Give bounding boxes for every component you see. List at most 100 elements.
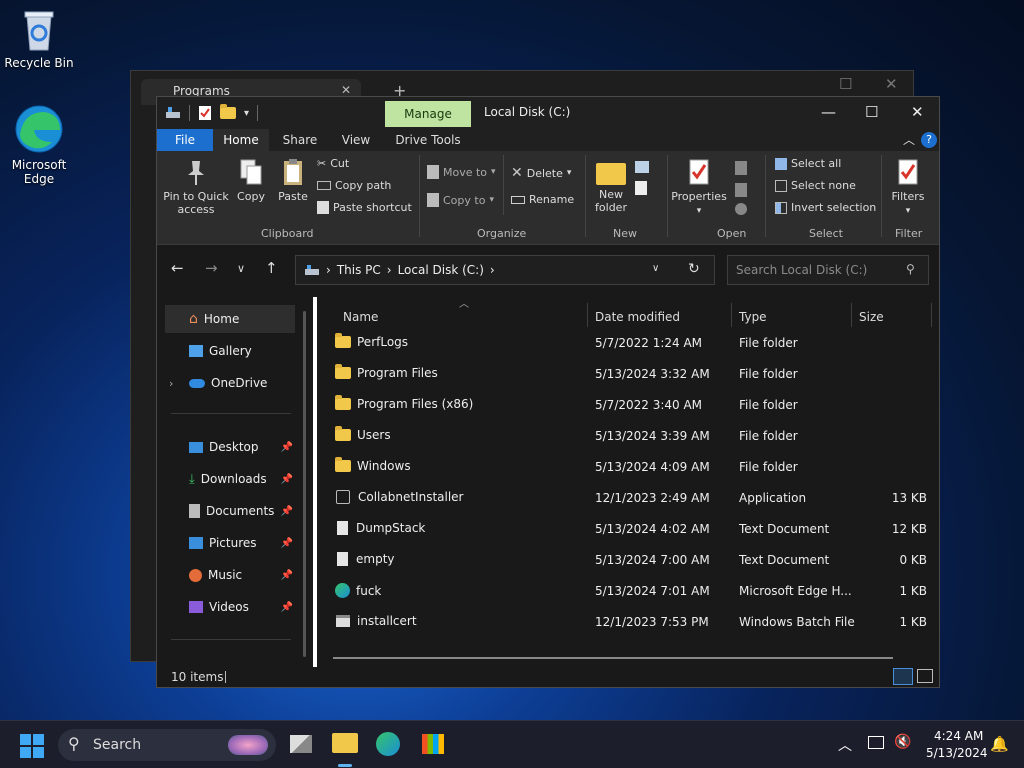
- horizontal-scrollbar[interactable]: [333, 657, 893, 659]
- rename-button[interactable]: Rename: [511, 193, 574, 206]
- up-arrow-icon[interactable]: ↑: [265, 259, 278, 277]
- pin-icon[interactable]: 📌: [281, 506, 293, 517]
- close-icon[interactable]: ✕: [911, 103, 924, 121]
- clock-time[interactable]: 4:24 AM: [934, 729, 983, 743]
- filters-button[interactable]: Filters ▾: [887, 157, 929, 218]
- task-view-icon[interactable]: [290, 735, 312, 753]
- table-row[interactable]: Program Files 5/13/2024 3:32 AM File fol…: [331, 358, 927, 389]
- close-icon[interactable]: ✕: [341, 83, 351, 97]
- breadcrumb-this-pc[interactable]: This PC: [337, 263, 381, 277]
- close-icon[interactable]: ✕: [885, 75, 898, 93]
- desktop-recycle-bin[interactable]: Recycle Bin: [2, 8, 76, 70]
- maximize-icon[interactable]: ☐: [839, 75, 852, 93]
- expand-chevron-icon[interactable]: ›: [169, 377, 173, 390]
- table-row[interactable]: Windows 5/13/2024 4:09 AM File folder: [331, 451, 927, 482]
- pin-icon[interactable]: 📌: [281, 602, 293, 613]
- refresh-icon[interactable]: ↻: [688, 261, 700, 277]
- history-icon[interactable]: [735, 203, 747, 215]
- properties-icon[interactable]: [198, 105, 212, 121]
- desktop-edge[interactable]: Microsoft Edge: [2, 104, 76, 186]
- recent-locations-icon[interactable]: ∨: [237, 262, 245, 275]
- tab-file[interactable]: File: [157, 129, 213, 151]
- maximize-icon[interactable]: ☐: [865, 103, 878, 121]
- explorer-window[interactable]: ▾ Manage Local Disk (C:) — ☐ ✕ File Home…: [156, 96, 940, 688]
- pin-icon[interactable]: 📌: [281, 538, 293, 549]
- breadcrumb-local-disk[interactable]: Local Disk (C:): [398, 263, 484, 277]
- select-all-button[interactable]: Select all: [775, 157, 841, 170]
- address-bar[interactable]: › This PC › Local Disk (C:) › ∨ ↻: [295, 255, 715, 285]
- new-folder-icon[interactable]: [220, 104, 236, 119]
- tab-drive-tools[interactable]: Drive Tools: [389, 129, 467, 151]
- tab-manage[interactable]: Manage: [385, 101, 471, 127]
- nav-item-videos[interactable]: Videos 📌: [165, 593, 295, 621]
- invert-selection-button[interactable]: Invert selection: [775, 201, 876, 214]
- nav-item-gallery[interactable]: Gallery: [165, 337, 295, 365]
- network-icon[interactable]: [868, 736, 884, 749]
- paste-button[interactable]: Paste: [275, 157, 311, 203]
- copy-path-button[interactable]: Copy path: [317, 179, 391, 192]
- tab-view[interactable]: View: [331, 129, 381, 151]
- nav-item-pictures[interactable]: Pictures 📌: [165, 529, 295, 557]
- select-none-button[interactable]: Select none: [775, 179, 856, 192]
- nav-item-onedrive[interactable]: › OneDrive: [165, 369, 295, 397]
- address-dropdown-icon[interactable]: ∨: [652, 263, 659, 274]
- delete-button[interactable]: ✕ Delete ▾: [511, 165, 571, 181]
- table-row[interactable]: PerfLogs 5/7/2022 1:24 AM File folder: [331, 327, 927, 358]
- new-folder-button[interactable]: New folder: [591, 157, 631, 214]
- pin-icon[interactable]: 📌: [281, 570, 293, 581]
- properties-button[interactable]: Properties ▾: [671, 157, 727, 218]
- tab-home[interactable]: Home: [213, 129, 269, 151]
- back-arrow-icon[interactable]: ←: [171, 259, 184, 277]
- show-hidden-icons-chevron-icon[interactable]: ︿: [838, 735, 852, 755]
- file-explorer-taskbar-icon[interactable]: [332, 733, 358, 753]
- column-separator[interactable]: [851, 303, 852, 327]
- volume-muted-icon[interactable]: 🔇: [894, 734, 911, 750]
- nav-item-music[interactable]: Music 📌: [165, 561, 295, 589]
- search-input[interactable]: Search Local Disk (C:): [736, 263, 867, 277]
- new-item-icon[interactable]: [635, 161, 649, 173]
- search-box[interactable]: Search Local Disk (C:) ⚲: [727, 255, 929, 285]
- nav-item-desktop[interactable]: Desktop 📌: [165, 433, 295, 461]
- column-separator[interactable]: [731, 303, 732, 327]
- column-separator[interactable]: [587, 303, 588, 327]
- table-row[interactable]: fuck 5/13/2024 7:01 AM Microsoft Edge H.…: [331, 575, 927, 606]
- cut-button[interactable]: ✂ Cut: [317, 157, 349, 170]
- collapse-ribbon-icon[interactable]: ︿: [903, 131, 915, 148]
- easy-access-icon[interactable]: [635, 181, 647, 195]
- edit-icon[interactable]: [735, 183, 747, 197]
- paste-shortcut-button[interactable]: Paste shortcut: [317, 201, 412, 214]
- edge-taskbar-icon[interactable]: [376, 732, 400, 756]
- table-row[interactable]: installcert 12/1/2023 7:53 PM Windows Ba…: [331, 606, 927, 637]
- store-taskbar-icon[interactable]: [422, 734, 444, 754]
- large-icons-view-icon[interactable]: [917, 669, 933, 683]
- clock-date[interactable]: 5/13/2024: [926, 746, 988, 760]
- minimize-icon[interactable]: —: [821, 103, 836, 121]
- pin-icon[interactable]: 📌: [281, 442, 293, 453]
- help-icon[interactable]: ?: [921, 132, 937, 148]
- table-row[interactable]: CollabnetInstaller 12/1/2023 2:49 AM App…: [331, 482, 927, 513]
- pin-icon[interactable]: 📌: [281, 474, 293, 485]
- nav-item-downloads[interactable]: ⤓ Downloads 📌: [165, 465, 295, 493]
- move-to-button[interactable]: Move to ▾: [427, 165, 496, 179]
- customize-dropdown-icon[interactable]: ▾: [244, 108, 249, 119]
- forward-arrow-icon[interactable]: →: [205, 259, 218, 277]
- notification-icon[interactable]: 🔔: [990, 735, 1009, 753]
- taskbar-search[interactable]: ⚲ Search: [58, 729, 276, 761]
- tab-share[interactable]: Share: [275, 129, 325, 151]
- table-row[interactable]: DumpStack 5/13/2024 4:02 AM Text Documen…: [331, 513, 927, 544]
- table-row[interactable]: Program Files (x86) 5/7/2022 3:40 AM Fil…: [331, 389, 927, 420]
- nav-item-home[interactable]: ⌂ Home: [165, 305, 295, 333]
- open-icon[interactable]: [735, 161, 747, 175]
- details-view-icon[interactable]: [893, 668, 913, 685]
- windows-start-icon[interactable]: [20, 734, 44, 758]
- nav-scrollbar[interactable]: [303, 311, 306, 657]
- copy-to-button[interactable]: Copy to ▾: [427, 193, 494, 207]
- pin-to-quick-access-button[interactable]: Pin to Quick access: [163, 157, 229, 216]
- table-row[interactable]: empty 5/13/2024 7:00 AM Text Document 0 …: [331, 544, 927, 575]
- table-row[interactable]: Users 5/13/2024 3:39 AM File folder: [331, 420, 927, 451]
- nav-item-documents[interactable]: Documents 📌: [165, 497, 295, 525]
- invert-selection-label: Invert selection: [791, 201, 877, 214]
- copy-icon: [240, 159, 262, 185]
- copy-button[interactable]: Copy: [233, 157, 269, 203]
- column-separator[interactable]: [931, 303, 932, 327]
